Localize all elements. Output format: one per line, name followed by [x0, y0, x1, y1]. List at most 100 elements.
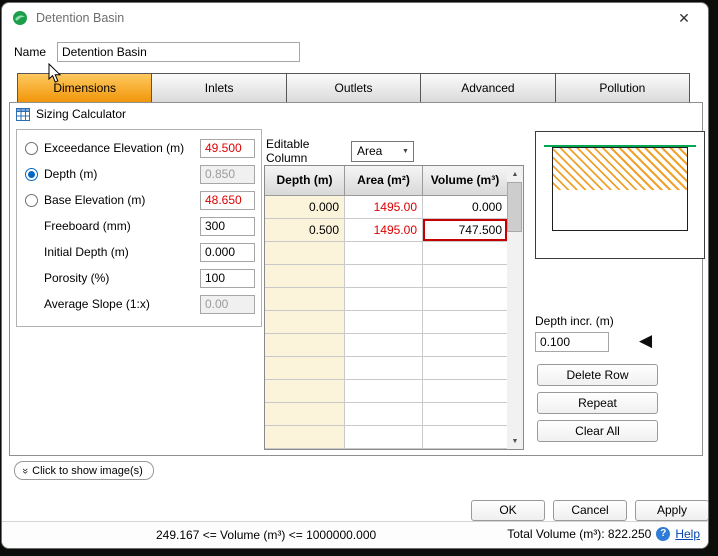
table-cell[interactable] [423, 334, 507, 357]
sizing-calculator-title: Sizing Calculator [36, 107, 127, 121]
table-cell[interactable] [345, 242, 423, 265]
tab-advanced[interactable]: Advanced [421, 73, 556, 103]
editable-column-select[interactable]: Area ▼ [351, 140, 414, 162]
table-cell[interactable] [423, 265, 507, 288]
porosity-input[interactable] [200, 268, 255, 288]
cell-area-0[interactable]: 1495.00 [345, 196, 423, 219]
detention-basin-dialog: Detention Basin ✕ Name Dimensions Inlets… [1, 2, 709, 549]
table-cell[interactable] [423, 311, 507, 334]
name-input[interactable] [57, 42, 301, 62]
table-header-row: Depth (m) Area (m²) Volume (m³) [265, 166, 507, 196]
scroll-up-icon[interactable]: ▲ [507, 166, 523, 182]
exceedance-elevation-radio[interactable] [25, 141, 38, 155]
table-cell[interactable] [265, 311, 345, 334]
table-cell[interactable] [265, 380, 345, 403]
tab-inlets[interactable]: Inlets [152, 73, 287, 103]
status-bar: 249.167 <= Volume (m³) <= 1000000.000 To… [2, 521, 708, 548]
tab-strip: Dimensions Inlets Outlets Advanced Pollu… [17, 73, 691, 103]
table-cell[interactable] [423, 426, 507, 449]
scrollbar-thumb[interactable] [507, 182, 522, 232]
help-link[interactable]: Help [675, 527, 700, 541]
close-icon[interactable]: ✕ [670, 10, 698, 27]
depth-incr-input[interactable] [535, 332, 609, 352]
param-row-exceedance: Exceedance Elevation (m) [25, 138, 255, 158]
initial-depth-input[interactable] [200, 242, 255, 262]
base-elevation-label: Base Elevation (m) [44, 193, 146, 207]
table-cell[interactable] [345, 426, 423, 449]
editable-column-row: Editable Column Area ▼ [266, 137, 414, 165]
show-images-label: Click to show image(s) [32, 464, 143, 477]
apply-button[interactable]: Apply [635, 500, 708, 521]
table-cell[interactable] [345, 265, 423, 288]
cell-volume-0[interactable]: 0.000 [423, 196, 507, 219]
table-cell[interactable] [423, 403, 507, 426]
table-cell[interactable] [423, 242, 507, 265]
cancel-button[interactable]: Cancel [553, 500, 627, 521]
table-cell[interactable] [265, 242, 345, 265]
table-row [265, 334, 507, 357]
table-row [265, 380, 507, 403]
table-cell[interactable] [423, 288, 507, 311]
table-cell[interactable] [345, 357, 423, 380]
table-cell[interactable] [265, 265, 345, 288]
freeboard-input[interactable] [200, 216, 255, 236]
table-grid-icon [16, 107, 30, 121]
table-cell[interactable] [345, 311, 423, 334]
table-row [265, 311, 507, 334]
table-cell[interactable] [265, 403, 345, 426]
delete-row-button[interactable]: Delete Row [537, 364, 658, 386]
tab-pollution[interactable]: Pollution [555, 73, 691, 103]
apply-increment-icon[interactable]: ◀ [639, 331, 652, 351]
cell-area-1[interactable]: 1495.00 [345, 219, 423, 242]
param-row-depth: Depth (m) [25, 164, 255, 184]
tab-outlets[interactable]: Outlets [286, 73, 422, 103]
tab-dimensions[interactable]: Dimensions [17, 73, 153, 103]
param-row-porosity: Porosity (%) [25, 268, 255, 288]
sizing-calculator-header: Sizing Calculator [16, 107, 126, 121]
header-depth: Depth (m) [265, 166, 345, 196]
cell-depth-1[interactable]: 0.500 [265, 219, 345, 242]
header-volume: Volume (m³) [423, 166, 507, 196]
table-row [265, 403, 507, 426]
depth-radio[interactable] [25, 167, 38, 181]
exceedance-elevation-input[interactable] [200, 138, 255, 158]
show-images-button[interactable]: » Click to show image(s) [14, 461, 154, 480]
base-elevation-radio[interactable] [25, 193, 38, 207]
total-volume-text: Total Volume (m³): 822.250 [507, 527, 652, 541]
table-cell[interactable] [345, 288, 423, 311]
param-row-initial-depth: Initial Depth (m) [25, 242, 255, 262]
table-cell[interactable] [345, 403, 423, 426]
help-icon[interactable]: ? [656, 527, 671, 541]
depth-incr-label: Depth incr. (m) [535, 314, 614, 328]
table-cell[interactable] [265, 334, 345, 357]
name-label: Name [14, 45, 47, 59]
repeat-button[interactable]: Repeat [537, 392, 658, 414]
table-row: 0.000 1495.00 0.000 [265, 196, 507, 219]
table-row [265, 357, 507, 380]
table-cell[interactable] [345, 334, 423, 357]
table-cell[interactable] [265, 357, 345, 380]
table-scrollbar[interactable]: ▲ ▼ [507, 165, 524, 450]
table-cell[interactable] [265, 288, 345, 311]
table-cell[interactable] [265, 426, 345, 449]
clear-all-button[interactable]: Clear All [537, 420, 658, 442]
base-elevation-input[interactable] [200, 190, 255, 210]
depth-input [200, 164, 255, 184]
ok-button[interactable]: OK [471, 500, 545, 521]
basin-preview-image [535, 131, 705, 259]
title-bar: Detention Basin ✕ [2, 3, 708, 33]
table-cell[interactable] [423, 357, 507, 380]
table-row [265, 288, 507, 311]
header-area: Area (m²) [345, 166, 423, 196]
table-row [265, 242, 507, 265]
porosity-label: Porosity (%) [44, 271, 110, 285]
table-cell[interactable] [423, 380, 507, 403]
freeboard-hatch [553, 148, 687, 190]
volume-range-text: 249.167 <= Volume (m³) <= 1000000.000 [156, 528, 377, 542]
table-cell[interactable] [345, 380, 423, 403]
cell-depth-0[interactable]: 0.000 [265, 196, 345, 219]
scroll-down-icon[interactable]: ▼ [507, 433, 523, 449]
basin-outline [552, 147, 688, 231]
name-row: Name [14, 42, 301, 62]
cell-volume-1-selected[interactable]: 747.500 [423, 219, 507, 242]
